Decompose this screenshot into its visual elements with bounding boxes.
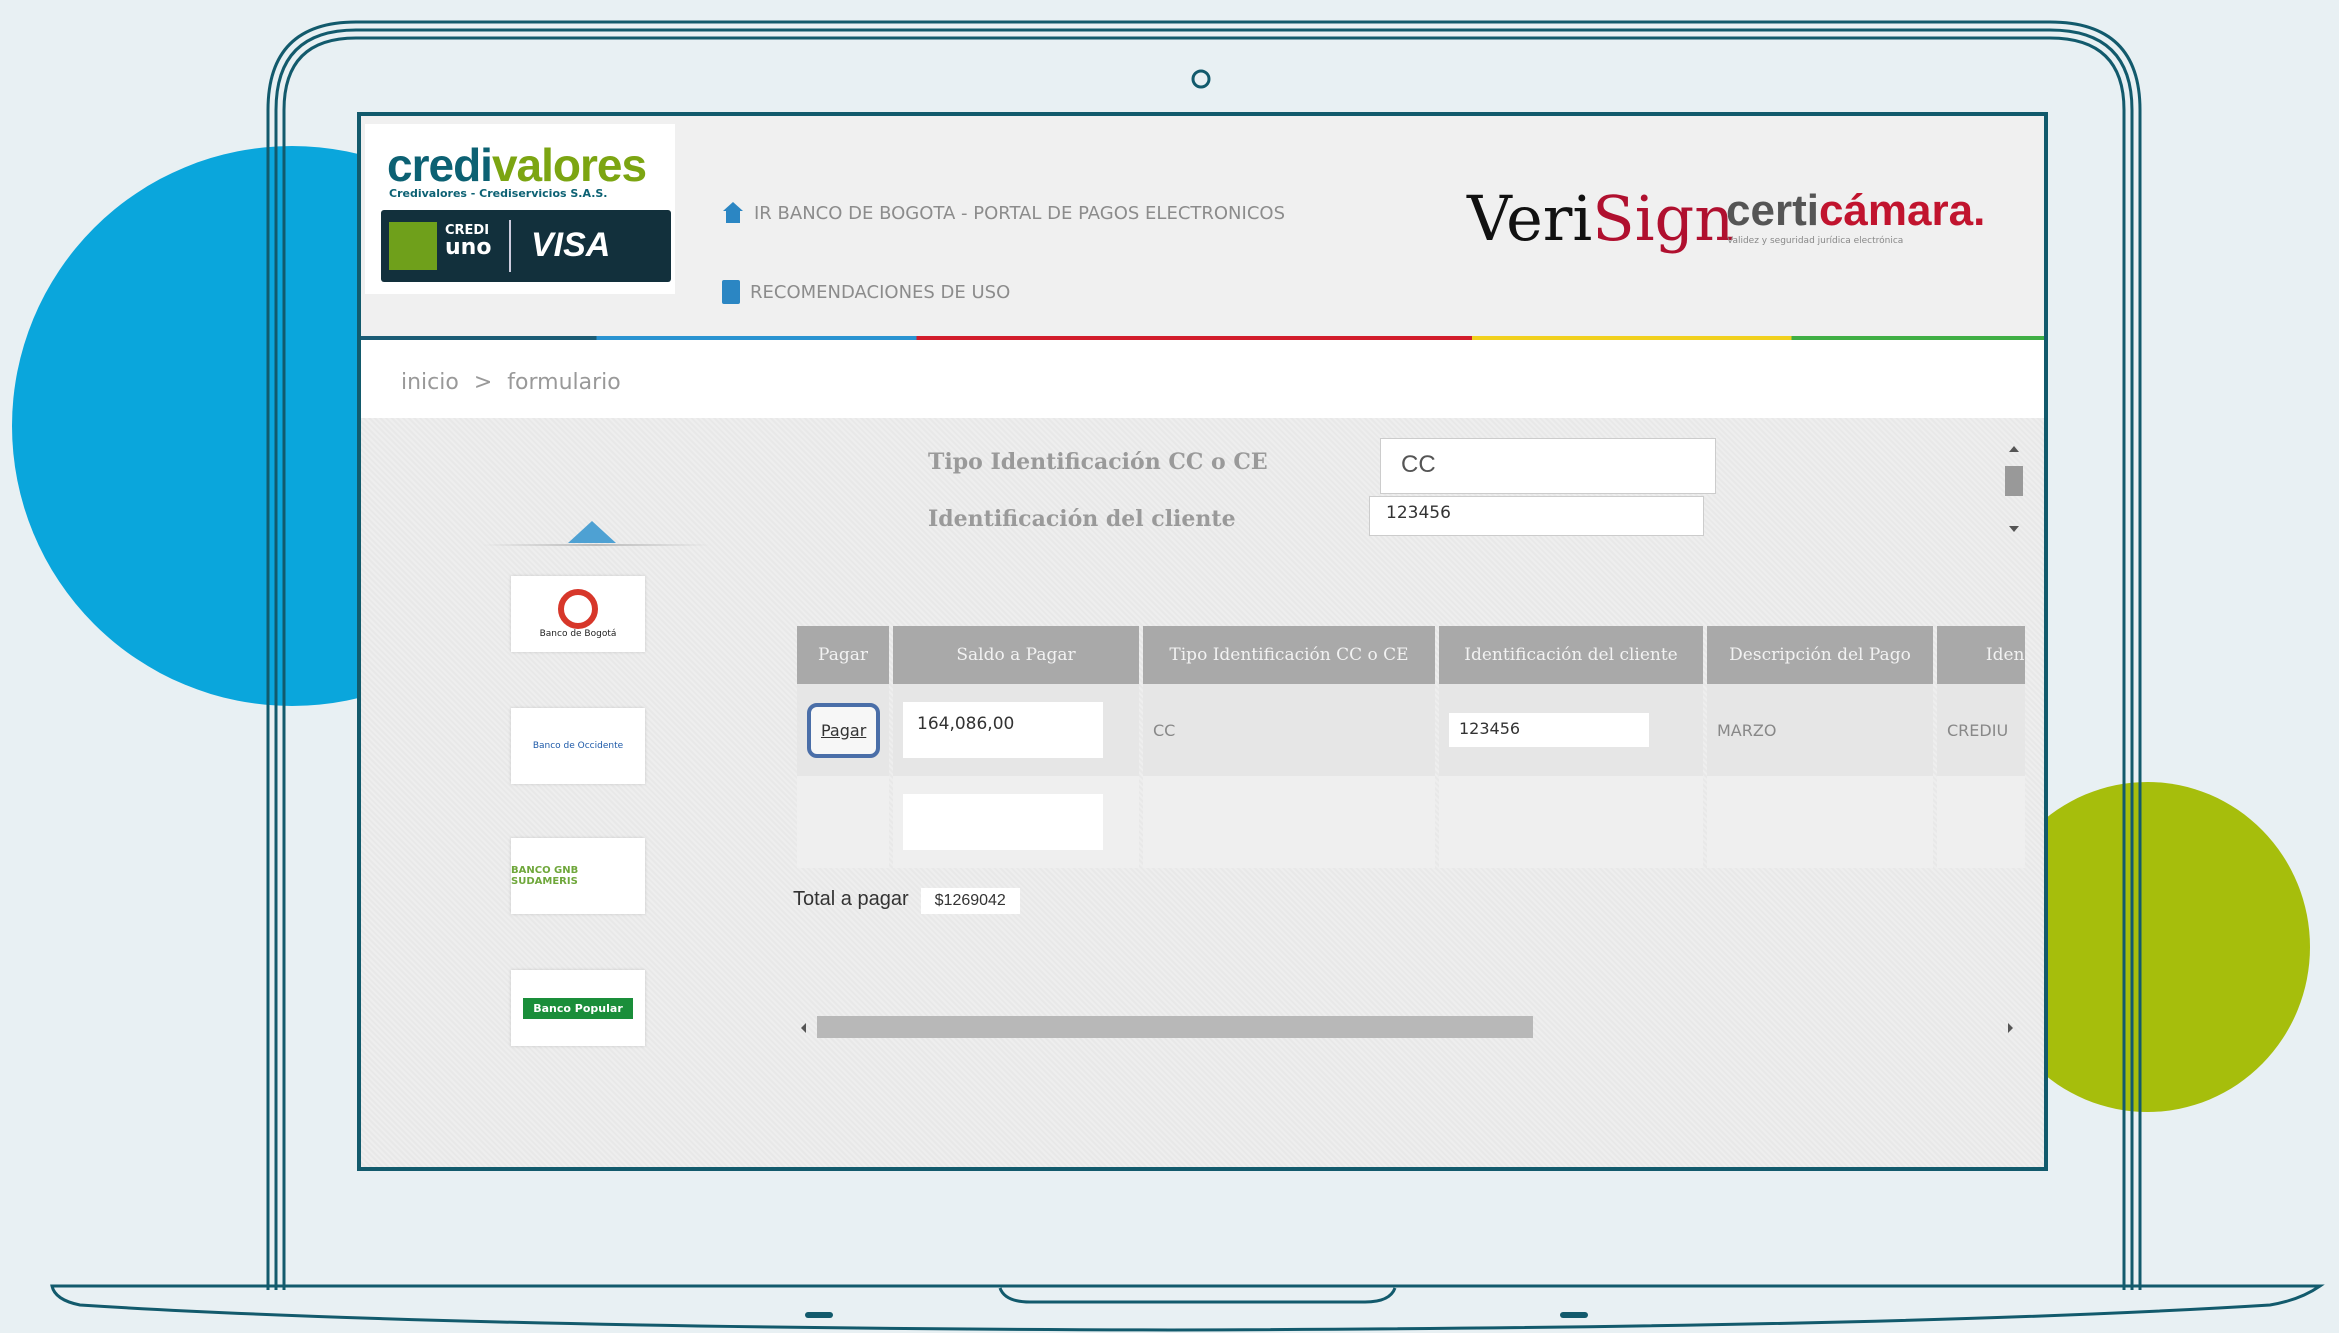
col-header-extra: Identifi [1937, 626, 2025, 684]
cell-pagar: Pagar [797, 684, 889, 776]
empty-cell [1937, 776, 2025, 868]
cell-extra: CREDIU [1937, 684, 2025, 776]
table-row-empty [797, 776, 2025, 868]
certicamara-tagline: Validez y seguridad jurídica electrónica [1727, 236, 1904, 246]
bank-tile-occidente[interactable]: Banco de Occidente [511, 708, 645, 784]
browser-screen: credivalores Credivalores - Crediservici… [357, 112, 2048, 1171]
total-value: $1269042 [920, 888, 1020, 914]
col-header-ident: Identificación del cliente [1439, 626, 1703, 684]
crediuno-visa-banner: CREDI uno VISA [381, 210, 671, 282]
bank-tile-popular[interactable]: Banco Popular [511, 970, 645, 1046]
cell-saldo: 164,086,00 [893, 684, 1139, 776]
brand-subtitle: Credivalores - Crediservicios S.A.S. [389, 187, 608, 200]
site-header: credivalores Credivalores - Crediservici… [361, 116, 2044, 340]
brand-name: credivalores [387, 138, 647, 192]
brand-name-b: valores [491, 139, 647, 191]
table-header-row: Pagar Saldo a Pagar Tipo Identificación … [797, 626, 2025, 684]
scroll-down-icon[interactable] [2009, 526, 2019, 532]
bank-gnb-label: BANCO GNB SUDAMERIS [511, 865, 579, 887]
breadcrumb: inicio > formulario [401, 370, 629, 395]
horizontal-scrollbar[interactable] [801, 1016, 2021, 1040]
scroll-up-icon[interactable] [2009, 446, 2019, 452]
empty-cell [1439, 776, 1703, 868]
col-header-tipo: Tipo Identificación CC o CE [1143, 626, 1435, 684]
breadcrumb-separator: > [473, 370, 493, 395]
empty-cell [1143, 776, 1435, 868]
payments-table-wrapper: Pagar Saldo a Pagar Tipo Identificación … [793, 626, 2025, 886]
cell-tipo: CC [1143, 684, 1435, 776]
carousel-up-arrow-icon[interactable] [568, 521, 616, 543]
payments-table: Pagar Saldo a Pagar Tipo Identificación … [793, 626, 2025, 868]
certicamara-logo[interactable]: certicámara. [1726, 186, 1985, 236]
cell-ident: 123456 [1439, 684, 1703, 776]
bank-bogota-label: Banco de Bogotá [539, 629, 617, 639]
nav-recommendations-link[interactable]: RECOMENDACIONES DE USO [722, 280, 1010, 304]
nav-portal-link[interactable]: IR BANCO DE BOGOTA - PORTAL DE PAGOS ELE… [722, 202, 1285, 224]
crediuno-logo-icon [389, 222, 437, 270]
verisign-b: Sign [1592, 182, 1735, 255]
verisign-a: Veri [1467, 182, 1593, 255]
total-label: Total a pagar [793, 888, 909, 910]
nav-reco-label: RECOMENDACIONES DE USO [750, 281, 1011, 303]
bank-occidente-label: Banco de Occidente [532, 741, 624, 751]
tipo-identificacion-label: Tipo Identificación CC o CE [928, 449, 1268, 475]
scroll-left-icon[interactable] [801, 1023, 806, 1033]
credivalores-logo[interactable]: credivalores Credivalores - Crediservici… [365, 124, 675, 294]
card-divider [509, 220, 511, 272]
col-header-saldo: Saldo a Pagar [893, 626, 1139, 684]
pagar-button[interactable]: Pagar [807, 702, 881, 758]
vertical-scroll-thumb[interactable] [2005, 466, 2023, 496]
certi-b: cámara. [1818, 186, 1986, 235]
empty-cell [797, 776, 889, 868]
blank-field [903, 794, 1103, 850]
carousel-divider [481, 544, 711, 546]
horizontal-scroll-thumb[interactable] [817, 1016, 1533, 1038]
brand-name-a: credi [387, 139, 493, 191]
breadcrumb-current: formulario [507, 370, 621, 395]
nav-portal-label: IR BANCO DE BOGOTA - PORTAL DE PAGOS ELE… [754, 202, 1285, 224]
certi-a: certi [1726, 186, 1819, 235]
vertical-scrollbar[interactable] [2001, 446, 2025, 536]
crediuno-text: CREDI uno [445, 224, 491, 259]
identificacion-cliente-label: Identificación del cliente [928, 506, 1236, 532]
banco-bogota-logo-icon [558, 589, 598, 629]
ident-input[interactable]: 123456 [1449, 713, 1649, 747]
visa-logo: VISA [531, 226, 611, 264]
identificacion-cliente-input[interactable]: 123456 [1369, 496, 1704, 536]
bank-tile-bogota[interactable]: Banco de Bogotá [511, 576, 645, 652]
card-uno-text: uno [445, 235, 492, 260]
scroll-right-icon[interactable] [2008, 1023, 2013, 1033]
empty-cell [893, 776, 1139, 868]
verisign-logo[interactable]: VeriSign [1467, 182, 1734, 255]
document-icon [722, 280, 740, 304]
bank-popular-label: Banco Popular [523, 997, 633, 1019]
breadcrumb-home[interactable]: inicio [401, 370, 459, 395]
home-icon [722, 202, 744, 224]
total-a-pagar: Total a pagar $1269042 [793, 888, 1020, 914]
cell-descripcion: MARZO [1707, 684, 1933, 776]
tipo-identificacion-select[interactable]: CC [1380, 438, 1716, 494]
table-row: Pagar 164,086,00 CC 123456 MARZO CREDIU [797, 684, 2025, 776]
col-header-pagar: Pagar [797, 626, 889, 684]
col-header-descripcion: Descripción del Pago [1707, 626, 1933, 684]
bank-tile-gnb[interactable]: BANCO GNB SUDAMERIS [511, 838, 645, 914]
saldo-input[interactable]: 164,086,00 [903, 702, 1103, 758]
empty-cell [1707, 776, 1933, 868]
